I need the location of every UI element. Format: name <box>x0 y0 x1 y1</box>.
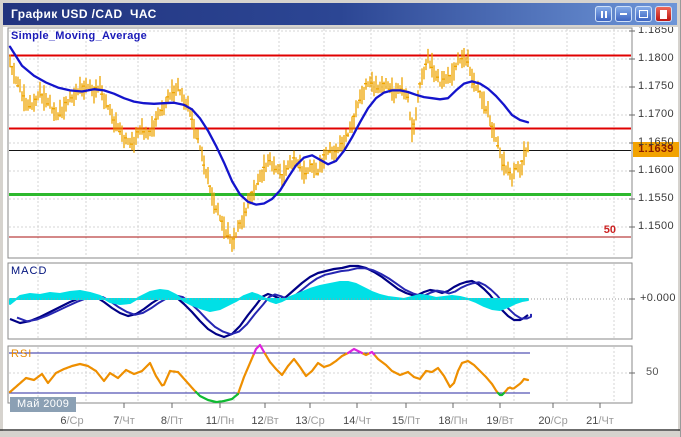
price-tick-label: 1.1700 <box>638 108 675 120</box>
macd-indicator-label: MACD <box>11 265 48 277</box>
date-tick-label: 13/Ср <box>295 415 325 427</box>
date-tick-label: 15/Пт <box>391 415 421 427</box>
date-tick-label: 19/Вт <box>486 415 514 427</box>
date-tick-label: 12/Вт <box>251 415 279 427</box>
price-tick-label: 1.1600 <box>638 164 675 176</box>
chart-area: Simple_Moving_Average MACD RSI +0.000 50… <box>0 27 680 437</box>
price-tick-label: 1.1650 <box>638 136 675 148</box>
sma-indicator-label: Simple_Moving_Average <box>11 30 148 42</box>
maximize-button[interactable] <box>635 6 652 22</box>
minimize-button[interactable] <box>615 6 632 22</box>
price-tick-label: 1.1850 <box>638 27 675 36</box>
close-button[interactable]: ✕ <box>655 6 672 22</box>
month-label: Май 2009 <box>10 397 77 412</box>
window-controls: ✕ <box>595 6 672 22</box>
price-tick-label: 1.1800 <box>638 52 675 64</box>
date-tick-label: 8/Пт <box>160 415 184 427</box>
date-tick-label: 7/Чт <box>113 415 135 427</box>
date-tick-label: 6/Ср <box>60 415 84 427</box>
date-tick-label: 11/Пн <box>205 415 235 427</box>
price-tick-label: 1.1550 <box>638 192 675 204</box>
title-bar[interactable]: График USD /CAD ЧАС ✕ <box>3 3 677 25</box>
rsi-axis-label: 50 <box>646 366 659 378</box>
chart-window: График USD /CAD ЧАС ✕ Simple_Moving_Aver… <box>0 0 681 437</box>
date-tick-label: 20/Ср <box>538 415 568 427</box>
chart-canvas <box>0 27 680 437</box>
fib-50-label: 50 <box>603 224 616 236</box>
date-tick-label: 18/Пн <box>438 415 468 427</box>
price-tick-label: 1.1750 <box>638 80 675 92</box>
price-tick-label: 1.1500 <box>638 220 675 232</box>
window-title: График USD /CAD ЧАС <box>11 7 157 21</box>
date-tick-label: 14/Чт <box>343 415 371 427</box>
collapse-button[interactable] <box>595 6 612 22</box>
date-tick-label: 21/Чт <box>586 415 614 427</box>
macd-axis-label: +0.000 <box>640 292 676 304</box>
rsi-indicator-label: RSI <box>11 348 33 360</box>
